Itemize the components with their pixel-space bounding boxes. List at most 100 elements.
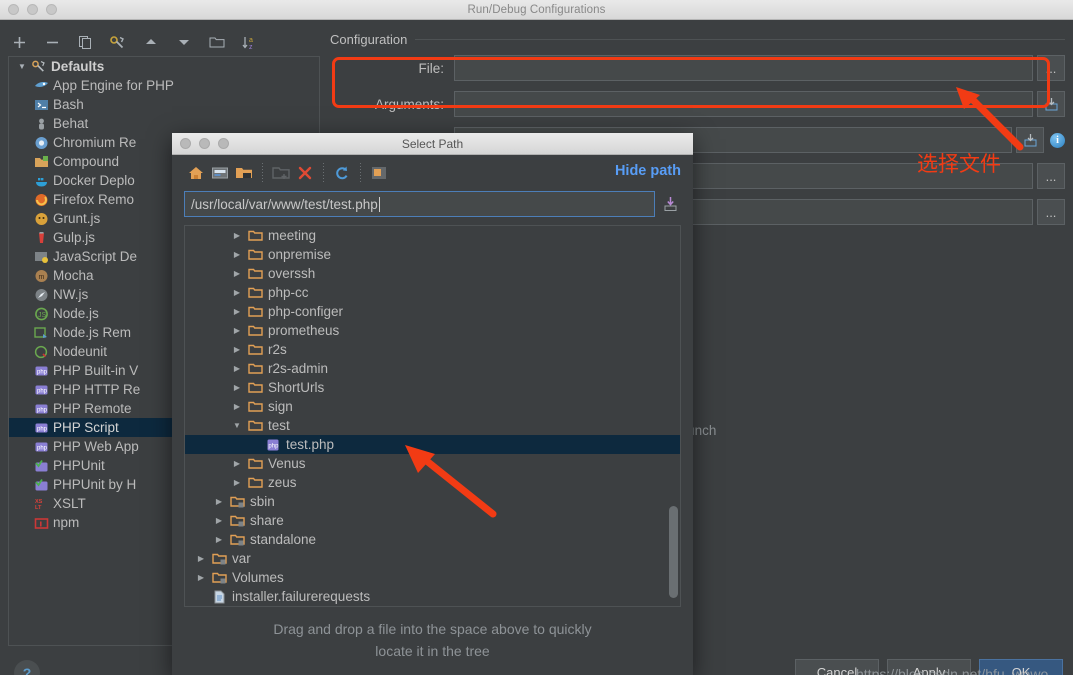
tree-node-zeus[interactable]: ▶ zeus [185, 473, 680, 492]
tree-node-onpremise[interactable]: ▶ onpremise [185, 245, 680, 264]
chevron-right-icon[interactable]: ▶ [229, 459, 245, 468]
chevron-right-icon[interactable]: ▶ [229, 364, 245, 373]
arguments-input[interactable] [454, 91, 1033, 117]
tree-node-php-configer[interactable]: ▶ php-configer [185, 302, 680, 321]
dialog-close-icon[interactable] [180, 138, 191, 149]
dialog-maximize-icon[interactable] [218, 138, 229, 149]
sidebar-item-label: Mocha [53, 268, 94, 283]
tree-node-r2s[interactable]: ▶ r2s [185, 340, 680, 359]
sidebar-item-app-engine-for-php[interactable]: App Engine for PHP [9, 76, 319, 95]
tree-node-installer-failurerequests[interactable]: installer.failurerequests [185, 587, 680, 606]
tree-node-sbin[interactable]: ▶ sbin [185, 492, 680, 511]
tree-node-r2s-admin[interactable]: ▶ r2s-admin [185, 359, 680, 378]
remove-button[interactable] [41, 31, 63, 53]
tree-node-standalone[interactable]: ▶ standalone [185, 530, 680, 549]
tree-node-label: sbin [250, 494, 275, 509]
chevron-right-icon[interactable]: ▶ [229, 326, 245, 335]
file-browse-button[interactable]: ... [1037, 55, 1065, 81]
file-input[interactable] [454, 55, 1033, 81]
project-folder-icon[interactable] [232, 161, 256, 185]
folder-icon [245, 286, 265, 299]
close-icon[interactable] [8, 4, 19, 15]
tree-scrollbar[interactable] [669, 506, 678, 598]
extra-browse-button-2[interactable]: ... [1037, 163, 1065, 189]
path-input[interactable]: /usr/local/var/www/test/test.php [184, 191, 655, 217]
tree-node-test[interactable]: ▼ test [185, 416, 680, 435]
extra-browse-button-3[interactable]: ... [1037, 199, 1065, 225]
chevron-right-icon[interactable]: ▶ [229, 288, 245, 297]
tree-node-label: overssh [268, 266, 316, 281]
sidebar-item-label: Nodeunit [53, 344, 108, 359]
move-up-button[interactable] [140, 31, 162, 53]
tree-node-var[interactable]: ▶ var [185, 549, 680, 568]
dialog-traffic-lights[interactable] [180, 138, 229, 149]
folder-link-icon [227, 514, 247, 527]
toolbar-separator-3 [360, 163, 361, 183]
php-file-icon: php [263, 438, 283, 452]
dialog-toolbar[interactable]: Hide path [172, 155, 693, 191]
chevron-right-icon[interactable]: ▶ [229, 345, 245, 354]
window-traffic-lights[interactable] [8, 4, 57, 15]
copy-button[interactable] [74, 31, 96, 53]
dialog-minimize-icon[interactable] [199, 138, 210, 149]
show-hidden-files-icon[interactable] [367, 161, 391, 185]
select-path-dialog[interactable]: Select Path Hide path /usr/local/var/www… [172, 133, 693, 675]
sidebar-item-defaults[interactable]: ▼ Defaults [9, 57, 319, 76]
chevron-right-icon[interactable]: ▶ [229, 269, 245, 278]
expand-editor-icon[interactable] [1037, 91, 1065, 117]
tree-node-prometheus[interactable]: ▶ prometheus [185, 321, 680, 340]
tree-node-shorturls[interactable]: ▶ ShortUrls [185, 378, 680, 397]
chevron-right-icon[interactable]: ▶ [229, 402, 245, 411]
home-icon[interactable] [184, 161, 208, 185]
chevron-right-icon[interactable]: ▶ [229, 250, 245, 259]
file-tree[interactable]: ▶ meeting ▶ onpremise ▶ overssh ▶ php-cc ▶ php-co… [184, 225, 681, 607]
chevron-right-icon[interactable]: ▶ [211, 497, 227, 506]
sidebar-item-label: Behat [53, 116, 89, 131]
paste-path-icon[interactable] [659, 196, 681, 212]
svg-text:a: a [249, 37, 253, 44]
tree-node-test-php[interactable]: php test.php [185, 435, 680, 454]
sidebar-item-bash[interactable]: Bash [9, 95, 319, 114]
chevron-down-icon[interactable]: ▼ [15, 62, 29, 71]
maximize-icon[interactable] [46, 4, 57, 15]
chevron-down-icon[interactable]: ▼ [229, 421, 245, 430]
sort-az-icon[interactable]: az [239, 31, 261, 53]
tree-node-sign[interactable]: ▶ sign [185, 397, 680, 416]
php-icon: php [31, 382, 51, 398]
chevron-right-icon[interactable]: ▶ [229, 478, 245, 487]
hide-path-link[interactable]: Hide path [615, 163, 681, 179]
new-folder-icon[interactable] [269, 161, 293, 185]
help-button[interactable]: ? [14, 660, 40, 675]
chevron-right-icon[interactable]: ▶ [229, 383, 245, 392]
folder-icon[interactable] [206, 31, 228, 53]
window-titlebar: Run/Debug Configurations [0, 0, 1073, 20]
tree-node-volumes[interactable]: ▶ Volumes [185, 568, 680, 587]
desktop-icon[interactable] [208, 161, 232, 185]
minimize-icon[interactable] [27, 4, 38, 15]
wrench-icon[interactable] [107, 31, 129, 53]
php-icon: php [31, 420, 51, 436]
refresh-icon[interactable] [330, 161, 354, 185]
chevron-right-icon[interactable]: ▶ [229, 307, 245, 316]
move-down-button[interactable] [173, 31, 195, 53]
sidebar-item-label: PHPUnit by H [53, 477, 137, 492]
tree-node-overssh[interactable]: ▶ overssh [185, 264, 680, 283]
chevron-right-icon[interactable]: ▶ [193, 554, 209, 563]
svg-text:php: php [37, 388, 48, 394]
chevron-right-icon[interactable]: ▶ [229, 231, 245, 240]
tree-node-meeting[interactable]: ▶ meeting [185, 226, 680, 245]
svg-text:php: php [37, 426, 48, 432]
chevron-right-icon[interactable]: ▶ [211, 535, 227, 544]
chevron-right-icon[interactable]: ▶ [193, 573, 209, 582]
tree-node-share[interactable]: ▶ share [185, 511, 680, 530]
add-button[interactable] [8, 31, 30, 53]
svg-text:php: php [37, 445, 48, 451]
info-icon[interactable]: i [1050, 132, 1065, 148]
chevron-right-icon[interactable]: ▶ [211, 516, 227, 525]
tree-node-venus[interactable]: ▶ Venus [185, 454, 680, 473]
tree-node-php-cc[interactable]: ▶ php-cc [185, 283, 680, 302]
delete-icon[interactable] [293, 161, 317, 185]
sidebar-item-behat[interactable]: Behat [9, 114, 319, 133]
configurations-toolbar[interactable]: az [8, 28, 261, 56]
expand-editor-icon-2[interactable] [1016, 127, 1044, 153]
